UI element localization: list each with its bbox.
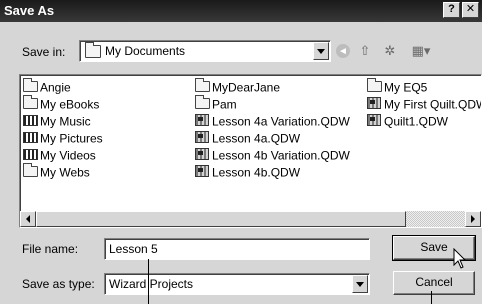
views-menu-icon[interactable]: ▦▾ (404, 42, 438, 60)
back-arrow-icon[interactable]: ◄ (336, 44, 350, 58)
qdw-file-icon (367, 97, 381, 110)
my-documents-icon (85, 42, 101, 58)
list-item[interactable]: Quilt1.QDW (367, 114, 481, 131)
folder-icon (23, 163, 38, 178)
help-button[interactable]: ? (443, 2, 460, 18)
folder-icon (195, 78, 210, 93)
file-list[interactable]: Angie My eBooks My Music My Pictures My … (19, 74, 482, 228)
list-item[interactable]: My Webs (23, 163, 103, 182)
cancel-button[interactable]: Cancel (393, 271, 475, 295)
save-as-type-dropdown[interactable]: Wizard Projects (104, 273, 370, 295)
list-item[interactable]: MyDearJane (195, 78, 350, 97)
save-as-type-value: Wizard Projects (109, 277, 194, 291)
close-button[interactable]: ✕ (462, 2, 479, 18)
window-title: Save As (4, 3, 55, 18)
chevron-down-icon[interactable] (352, 275, 368, 293)
chevron-down-icon[interactable] (313, 42, 329, 60)
list-item[interactable]: My First Quilt.QDW (367, 97, 481, 114)
pictures-folder-icon (23, 132, 38, 144)
folder-icon (23, 78, 38, 93)
file-name-field[interactable]: Lesson 5 (104, 238, 370, 260)
folder-icon (23, 95, 38, 110)
qdw-file-icon (195, 131, 209, 144)
file-column-1: Angie My eBooks My Music My Pictures My … (23, 78, 103, 182)
qdw-file-icon (195, 114, 209, 127)
scroll-right-icon[interactable] (465, 211, 481, 227)
qdw-file-icon (195, 165, 209, 178)
file-name-label: File name: (22, 242, 79, 256)
list-item[interactable]: My eBooks (23, 95, 103, 114)
scroll-left-icon[interactable] (20, 211, 36, 227)
file-column-3: My EQ5 My First Quilt.QDW Quilt1.QDW (367, 78, 481, 131)
list-item[interactable]: Lesson 4b Variation.QDW (195, 148, 350, 165)
list-item[interactable]: Angie (23, 78, 103, 97)
music-folder-icon (23, 115, 38, 127)
list-item[interactable]: Lesson 4b.QDW (195, 165, 350, 182)
mouse-cursor-icon (453, 248, 467, 269)
list-item[interactable]: My EQ5 (367, 78, 481, 97)
file-column-2: MyDearJane Pam Lesson 4a Variation.QDW L… (195, 78, 350, 182)
shortcut-folder-icon (367, 78, 382, 93)
save-in-label: Save in: (22, 45, 66, 59)
list-item[interactable]: My Music (23, 114, 103, 131)
folder-icon (195, 95, 210, 110)
list-item[interactable]: My Videos (23, 148, 103, 165)
callout-line (431, 291, 432, 304)
save-in-value: My Documents (105, 44, 186, 58)
callout-line (148, 259, 149, 304)
videos-folder-icon (23, 149, 38, 161)
file-name-value: Lesson 5 (109, 242, 158, 256)
horizontal-scrollbar[interactable] (20, 211, 481, 227)
list-item[interactable]: Lesson 4a Variation.QDW (195, 114, 350, 131)
list-item[interactable]: Pam (195, 95, 350, 114)
title-bar: Save As ? ✕ (0, 0, 482, 22)
qdw-file-icon (195, 148, 209, 161)
up-folder-icon[interactable]: ⇧ (356, 42, 374, 60)
list-item[interactable]: My Pictures (23, 131, 103, 148)
qdw-file-icon (367, 114, 381, 127)
save-as-type-label: Save as type: (22, 277, 95, 291)
scrollbar-thumb[interactable] (36, 211, 406, 227)
save-in-dropdown[interactable]: My Documents (79, 40, 331, 62)
list-item[interactable]: Lesson 4a.QDW (195, 131, 350, 148)
new-folder-icon[interactable]: ✲ (381, 42, 399, 60)
